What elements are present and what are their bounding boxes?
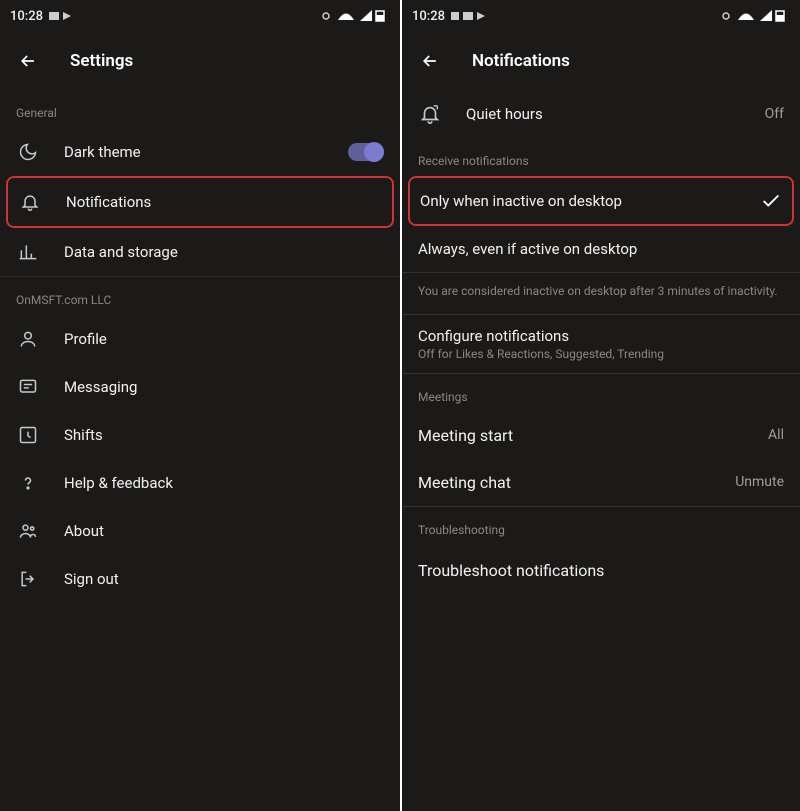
notifications-label: Notifications: [66, 193, 382, 211]
meeting-start-value: All: [768, 427, 784, 443]
help-row[interactable]: Help & feedback: [0, 459, 400, 507]
meeting-start-row[interactable]: Meeting start All: [402, 412, 800, 459]
status-icons-right: [720, 9, 790, 23]
meeting-start-label: Meeting start: [418, 426, 513, 445]
configure-notifications-row[interactable]: Configure notifications Off for Likes & …: [402, 315, 800, 373]
notifications-screen: 10:28 Notifications Quiet hours Off R: [400, 0, 800, 811]
messaging-row[interactable]: Messaging: [0, 363, 400, 411]
page-title: Settings: [70, 51, 133, 71]
option-inactive-label: Only when inactive on desktop: [420, 192, 622, 210]
section-receive: Receive notifications: [402, 138, 800, 176]
help-label: Help & feedback: [64, 474, 384, 492]
messaging-label: Messaging: [64, 378, 384, 396]
page-title: Notifications: [472, 51, 570, 71]
shifts-label: Shifts: [64, 426, 384, 444]
section-org: OnMSFT.com LLC: [0, 277, 400, 315]
profile-icon: [16, 327, 40, 351]
status-icons-left: [451, 10, 491, 22]
troubleshoot-row[interactable]: Troubleshoot notifications: [402, 545, 800, 596]
section-general: General: [0, 90, 400, 128]
option-always-label: Always, even if active on desktop: [418, 240, 637, 258]
clock-icon: [16, 423, 40, 447]
quiet-hours-row[interactable]: Quiet hours Off: [402, 90, 800, 138]
status-bar: 10:28: [0, 0, 400, 32]
configure-title: Configure notifications: [418, 327, 784, 345]
sign-out-row[interactable]: Sign out: [0, 555, 400, 603]
back-button[interactable]: [418, 49, 442, 73]
check-icon: [760, 190, 782, 212]
data-storage-label: Data and storage: [64, 243, 384, 261]
dark-theme-label: Dark theme: [64, 143, 348, 161]
option-inactive-row[interactable]: Only when inactive on desktop: [408, 176, 794, 226]
status-icons-left: [49, 10, 79, 22]
quiet-hours-label: Quiet hours: [466, 105, 765, 123]
question-icon: [16, 471, 40, 495]
settings-screen: 10:28 Settings General Dark theme: [0, 0, 400, 811]
status-time: 10:28: [412, 9, 445, 24]
profile-label: Profile: [64, 330, 384, 348]
dark-theme-toggle[interactable]: [348, 143, 384, 161]
profile-row[interactable]: Profile: [0, 315, 400, 363]
back-button[interactable]: [16, 49, 40, 73]
status-icons-right: [320, 9, 390, 23]
quiet-hours-value: Off: [765, 106, 784, 122]
message-icon: [16, 375, 40, 399]
status-time: 10:28: [10, 9, 43, 24]
about-row[interactable]: About: [0, 507, 400, 555]
dark-theme-row[interactable]: Dark theme: [0, 128, 400, 176]
section-troubleshoot: Troubleshooting: [402, 507, 800, 545]
about-label: About: [64, 522, 384, 540]
chart-icon: [16, 240, 40, 264]
status-bar: 10:28: [402, 0, 800, 32]
sign-out-label: Sign out: [64, 570, 384, 588]
section-meetings: Meetings: [402, 374, 800, 412]
signout-icon: [16, 567, 40, 591]
app-bar: Notifications: [402, 32, 800, 90]
quiet-hours-icon: [418, 102, 442, 126]
meeting-chat-label: Meeting chat: [418, 473, 511, 492]
option-always-row[interactable]: Always, even if active on desktop: [402, 226, 800, 272]
meeting-chat-row[interactable]: Meeting chat Unmute: [402, 459, 800, 506]
teams-icon: [16, 519, 40, 543]
inactive-note: You are considered inactive on desktop a…: [402, 273, 800, 314]
troubleshoot-label: Troubleshoot notifications: [418, 561, 604, 580]
app-bar: Settings: [0, 32, 400, 90]
meeting-chat-value: Unmute: [735, 474, 784, 490]
data-storage-row[interactable]: Data and storage: [0, 228, 400, 276]
bell-icon: [18, 190, 42, 214]
configure-sub: Off for Likes & Reactions, Suggested, Tr…: [418, 347, 784, 361]
shifts-row[interactable]: Shifts: [0, 411, 400, 459]
moon-icon: [16, 140, 40, 164]
notifications-row[interactable]: Notifications: [6, 176, 394, 228]
